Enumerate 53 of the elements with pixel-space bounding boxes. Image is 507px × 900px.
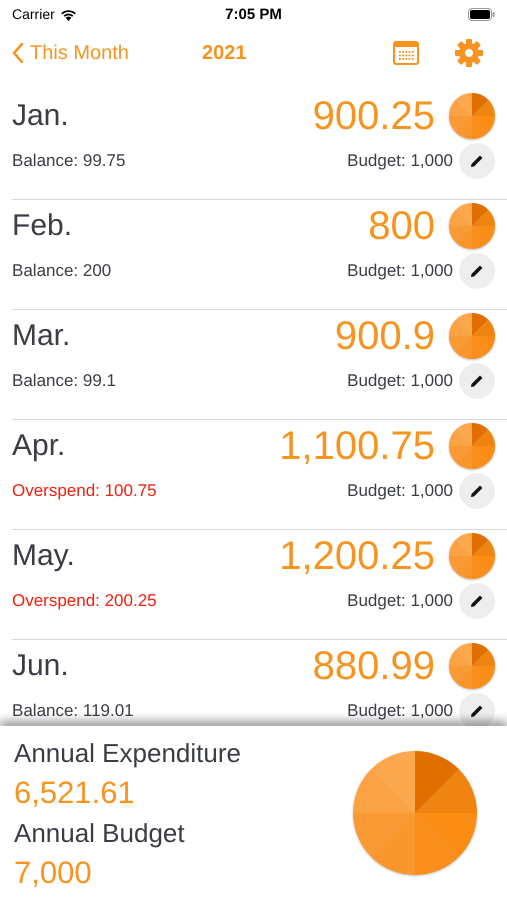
pie-chart-drawing — [449, 203, 495, 249]
overspend-label: Overspend: 100.75 — [12, 481, 158, 501]
wifi-icon — [60, 8, 77, 20]
balance-label: Balance: 119.01 — [12, 701, 135, 721]
edit-button[interactable] — [459, 253, 495, 289]
balance-label: Balance: 99.1 — [12, 371, 117, 391]
pencil-icon — [469, 153, 485, 169]
pie-chart-drawing — [449, 313, 495, 359]
pie-chart-drawing — [449, 423, 495, 469]
pencil-icon — [469, 373, 485, 389]
month-amount: 900.25 — [312, 94, 435, 138]
pie-chart-drawing — [449, 533, 495, 579]
clock-time: 7:05 PM — [224, 6, 283, 22]
expenditure-value: 6,521.61 — [14, 774, 136, 812]
month-amount: 900.9 — [334, 314, 435, 358]
budget-label: Budget: 1,000 — [347, 481, 453, 501]
edit-button[interactable] — [459, 143, 495, 179]
balance-label: Balance: 99.75 — [12, 151, 126, 171]
battery-icon — [468, 8, 495, 20]
pencil-icon — [469, 593, 485, 609]
month-amount: 1,200.25 — [279, 534, 435, 578]
pencil-icon — [469, 483, 485, 499]
month-name: Jan. — [12, 99, 70, 133]
budget-value: 7,000 — [14, 854, 93, 892]
budget-label: Budget: 1,000 — [347, 151, 453, 171]
month-name: May. — [12, 539, 76, 573]
balance-label: Balance: 200 — [12, 261, 112, 281]
budget-label: Budget: 1,000 — [347, 591, 453, 611]
edit-button[interactable] — [459, 583, 495, 619]
budget-label: Annual Budget — [14, 817, 186, 850]
month-name: Apr. — [12, 429, 66, 463]
pie-chart-drawing — [449, 643, 495, 689]
month-name: Jun. — [12, 649, 70, 683]
year-title: 2021 — [202, 42, 248, 64]
edit-button[interactable] — [459, 473, 495, 509]
month-amount: 880.99 — [312, 644, 435, 688]
edit-button[interactable] — [459, 363, 495, 399]
expenditure-label: Annual Expenditure — [14, 737, 242, 770]
budget-label: Budget: 1,000 — [347, 701, 453, 721]
carrier-label: Carrier — [12, 6, 55, 22]
pencil-icon — [469, 263, 485, 279]
month-amount: 1,100.75 — [279, 424, 435, 468]
overspend-label: Overspend: 200.25 — [12, 591, 158, 611]
pencil-icon — [469, 703, 485, 719]
budget-label: Budget: 1,000 — [347, 261, 453, 281]
pie-chart-drawing — [449, 93, 495, 139]
month-amount: 800 — [368, 204, 435, 248]
edit-button[interactable] — [459, 693, 495, 726]
chevron-left-icon — [12, 42, 24, 64]
month-name: Mar. — [12, 319, 72, 353]
month-name: Feb. — [12, 209, 74, 243]
budget-label: Budget: 1,000 — [347, 371, 453, 391]
back-button[interactable]: This Month — [12, 42, 202, 64]
